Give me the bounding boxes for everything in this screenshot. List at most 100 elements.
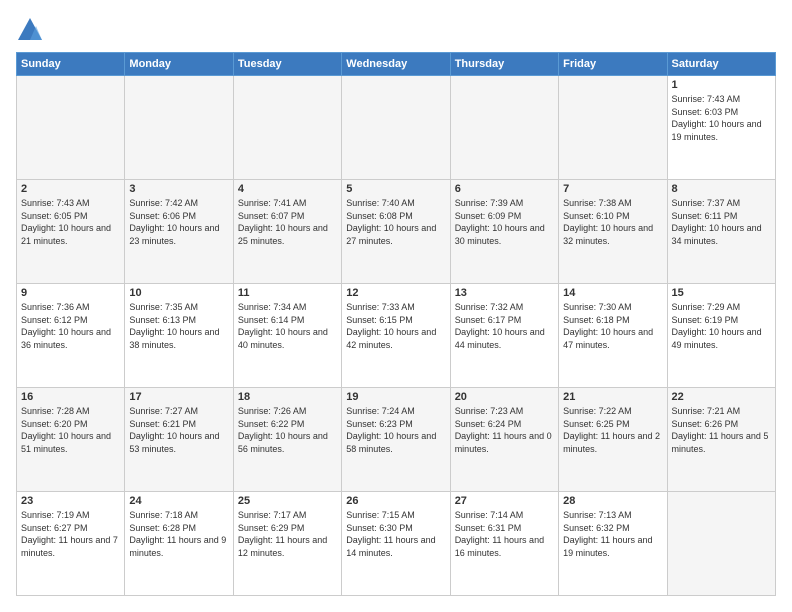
calendar-cell: 4 Sunrise: 7:41 AM Sunset: 6:07 PM Daylig… [233,180,341,284]
day-info: Sunrise: 7:14 AM Sunset: 6:31 PM Dayligh… [455,509,554,559]
weekday-header-saturday: Saturday [667,53,775,76]
day-number: 11 [238,287,337,299]
calendar-cell [125,76,233,180]
day-number: 28 [563,495,662,507]
calendar-cell: 19Sunrise: 7:24 AM Sunset: 6:23 PM Dayli… [342,388,450,492]
calendar-cell: 28 Sunrise: 7:13 AM Sunset: 6:32 PM Dayli… [559,492,667,596]
day-info: Sunrise: 7:17 AM Sunset: 6:29 PM Dayligh… [238,509,337,559]
calendar-cell: 8 Sunrise: 7:37 AM Sunset: 6:11 PM Daylig… [667,180,775,284]
day-number: 21 [563,391,662,403]
day-number: 13 [455,287,554,299]
calendar-cell: 27 Sunrise: 7:14 AM Sunset: 6:31 PM Dayli… [450,492,558,596]
day-info: Sunrise: 7:35 AM Sunset: 6:13 PM Dayligh… [129,301,228,351]
calendar-cell: 1 Sunrise: 7:43 AM Sunset: 6:03 PM Daylig… [667,76,775,180]
day-info: Sunrise: 7:39 AM Sunset: 6:09 PM Dayligh… [455,197,554,247]
calendar-cell: 24 Sunrise: 7:18 AM Sunset: 6:28 PM Dayli… [125,492,233,596]
day-info: Sunrise: 7:21 AM Sunset: 6:26 PM Dayligh… [672,405,771,455]
calendar-cell: 10 Sunrise: 7:35 AM Sunset: 6:13 PM Dayli… [125,284,233,388]
day-info: Sunrise: 7:32 AM Sunset: 6:17 PM Dayligh… [455,301,554,351]
day-number: 5 [346,183,445,195]
day-info: Sunrise: 7:18 AM Sunset: 6:28 PM Dayligh… [129,509,228,559]
day-info: Sunrise: 7:27 AM Sunset: 6:21 PM Dayligh… [129,405,228,455]
day-number: 10 [129,287,228,299]
calendar-cell: 3 Sunrise: 7:42 AM Sunset: 6:06 PM Daylig… [125,180,233,284]
calendar-cell: 13 Sunrise: 7:32 AM Sunset: 6:17 PM Dayli… [450,284,558,388]
day-info: Sunrise: 7:23 AM Sunset: 6:24 PM Dayligh… [455,405,554,455]
weekday-header-sunday: Sunday [17,53,125,76]
calendar-cell: 12Sunrise: 7:33 AM Sunset: 6:15 PM Dayli… [342,284,450,388]
calendar-cell: 20 Sunrise: 7:23 AM Sunset: 6:24 PM Dayli… [450,388,558,492]
day-info: Sunrise: 7:34 AM Sunset: 6:14 PM Dayligh… [238,301,337,351]
day-info: Sunrise: 7:30 AM Sunset: 6:18 PM Dayligh… [563,301,662,351]
day-number: 16 [21,391,120,403]
day-info: Sunrise: 7:15 AM Sunset: 6:30 PM Dayligh… [346,509,445,559]
calendar-table: SundayMondayTuesdayWednesdayThursdayFrid… [16,52,776,596]
calendar-week-row-3: 9Sunrise: 7:36 AM Sunset: 6:12 PM Daylig… [17,284,776,388]
weekday-header-thursday: Thursday [450,53,558,76]
calendar-cell: 22 Sunrise: 7:21 AM Sunset: 6:26 PM Dayli… [667,388,775,492]
day-number: 14 [563,287,662,299]
calendar-cell: 2 Sunrise: 7:43 AM Sunset: 6:05 PM Daylig… [17,180,125,284]
day-number: 6 [455,183,554,195]
calendar-week-row-1: 1 Sunrise: 7:43 AM Sunset: 6:03 PM Daylig… [17,76,776,180]
day-number: 25 [238,495,337,507]
day-number: 18 [238,391,337,403]
day-number: 1 [672,79,771,91]
day-info: Sunrise: 7:22 AM Sunset: 6:25 PM Dayligh… [563,405,662,455]
logo-icon [16,16,44,44]
calendar-cell: 25 Sunrise: 7:17 AM Sunset: 6:29 PM Dayli… [233,492,341,596]
day-info: Sunrise: 7:43 AM Sunset: 6:05 PM Dayligh… [21,197,120,247]
day-number: 15 [672,287,771,299]
day-number: 9 [21,287,120,299]
header [16,16,776,44]
day-number: 23 [21,495,120,507]
weekday-header-wednesday: Wednesday [342,53,450,76]
day-info: Sunrise: 7:33 AM Sunset: 6:15 PM Dayligh… [346,301,445,351]
day-number: 4 [238,183,337,195]
day-number: 2 [21,183,120,195]
calendar-cell [450,76,558,180]
day-number: 24 [129,495,228,507]
day-info: Sunrise: 7:42 AM Sunset: 6:06 PM Dayligh… [129,197,228,247]
day-info: Sunrise: 7:41 AM Sunset: 6:07 PM Dayligh… [238,197,337,247]
day-info: Sunrise: 7:28 AM Sunset: 6:20 PM Dayligh… [21,405,120,455]
day-info: Sunrise: 7:26 AM Sunset: 6:22 PM Dayligh… [238,405,337,455]
weekday-header-tuesday: Tuesday [233,53,341,76]
day-number: 26 [346,495,445,507]
calendar-cell [17,76,125,180]
day-number: 19 [346,391,445,403]
calendar-cell: 9Sunrise: 7:36 AM Sunset: 6:12 PM Daylig… [17,284,125,388]
calendar-cell [559,76,667,180]
day-info: Sunrise: 7:29 AM Sunset: 6:19 PM Dayligh… [672,301,771,351]
calendar-cell: 23 Sunrise: 7:19 AM Sunset: 6:27 PM Dayli… [17,492,125,596]
day-number: 3 [129,183,228,195]
calendar-cell [667,492,775,596]
day-info: Sunrise: 7:43 AM Sunset: 6:03 PM Dayligh… [672,93,771,143]
calendar-week-row-2: 2 Sunrise: 7:43 AM Sunset: 6:05 PM Daylig… [17,180,776,284]
page: SundayMondayTuesdayWednesdayThursdayFrid… [0,0,792,612]
calendar-cell [342,76,450,180]
logo [16,16,48,44]
calendar-cell: 18 Sunrise: 7:26 AM Sunset: 6:22 PM Dayli… [233,388,341,492]
calendar-cell: 21 Sunrise: 7:22 AM Sunset: 6:25 PM Dayli… [559,388,667,492]
day-info: Sunrise: 7:40 AM Sunset: 6:08 PM Dayligh… [346,197,445,247]
calendar-cell: 6 Sunrise: 7:39 AM Sunset: 6:09 PM Daylig… [450,180,558,284]
day-number: 27 [455,495,554,507]
day-info: Sunrise: 7:13 AM Sunset: 6:32 PM Dayligh… [563,509,662,559]
day-number: 7 [563,183,662,195]
day-number: 17 [129,391,228,403]
calendar-cell [233,76,341,180]
calendar-cell: 26 Sunrise: 7:15 AM Sunset: 6:30 PM Dayli… [342,492,450,596]
calendar-week-row-5: 23 Sunrise: 7:19 AM Sunset: 6:27 PM Dayli… [17,492,776,596]
day-number: 22 [672,391,771,403]
day-number: 8 [672,183,771,195]
day-info: Sunrise: 7:19 AM Sunset: 6:27 PM Dayligh… [21,509,120,559]
calendar-week-row-4: 16 Sunrise: 7:28 AM Sunset: 6:20 PM Dayli… [17,388,776,492]
day-info: Sunrise: 7:37 AM Sunset: 6:11 PM Dayligh… [672,197,771,247]
day-info: Sunrise: 7:38 AM Sunset: 6:10 PM Dayligh… [563,197,662,247]
weekday-header-monday: Monday [125,53,233,76]
calendar-cell: 7 Sunrise: 7:38 AM Sunset: 6:10 PM Daylig… [559,180,667,284]
day-number: 20 [455,391,554,403]
calendar-cell: 14 Sunrise: 7:30 AM Sunset: 6:18 PM Dayli… [559,284,667,388]
calendar-cell: 15 Sunrise: 7:29 AM Sunset: 6:19 PM Dayli… [667,284,775,388]
